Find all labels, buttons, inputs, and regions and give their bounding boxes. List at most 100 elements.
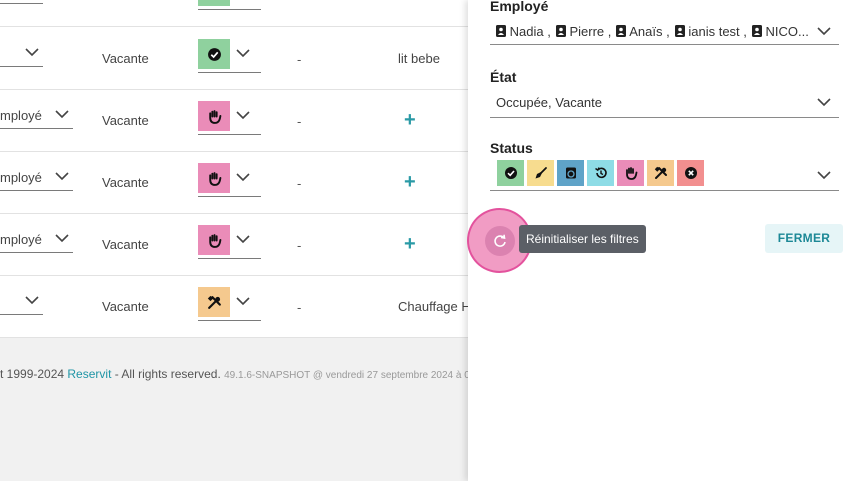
history-icon (594, 167, 607, 179)
check-icon (504, 167, 517, 179)
reset-filters-button[interactable] (485, 226, 515, 256)
tools-icon (654, 166, 667, 179)
badge-icon (555, 25, 566, 37)
employee-select-value: mployé (0, 170, 42, 185)
badge-icon (616, 25, 627, 37)
status-chip[interactable] (557, 160, 584, 186)
reservations-table: Vacante - Lit Bebe Vacante - lit bebe mployé Va… (0, 0, 468, 338)
status-chip[interactable] (617, 160, 644, 186)
status-chip (198, 287, 230, 317)
dash-cell: - (297, 176, 302, 191)
employee-select[interactable] (0, 0, 43, 4)
employee-select[interactable] (0, 41, 43, 67)
chevron-down-icon (817, 27, 831, 36)
table-row: Vacante - Lit Bebe (0, 0, 468, 27)
chevron-down-icon (236, 235, 250, 244)
chevron-down-icon (817, 171, 831, 180)
employee-tag-label: ianis test , (688, 24, 747, 39)
status-chip (198, 101, 230, 131)
badge-icon (751, 25, 762, 37)
chevron-down-icon (55, 234, 69, 243)
hand-icon (208, 171, 221, 186)
etat-cell: Vacante (102, 237, 149, 252)
hand-icon (208, 233, 221, 248)
badge-icon (674, 25, 685, 37)
dash-cell: - (297, 114, 302, 129)
status-select[interactable] (198, 101, 261, 135)
hand-icon (208, 109, 221, 124)
chevron-down-icon (236, 297, 250, 306)
status-chip[interactable] (647, 160, 674, 186)
employee-tag-label: Anaïs , (629, 24, 670, 39)
etat-filter-label: État (490, 69, 517, 85)
status-select[interactable] (198, 0, 261, 10)
broom-icon (535, 167, 547, 179)
etat-cell: Vacante (102, 299, 149, 314)
version-text: 49.1.6-SNAPSHOT @ vendredi 27 septembre … (224, 370, 479, 381)
etat-cell: Vacante (102, 0, 149, 3)
dash-cell: - (297, 52, 302, 67)
etat-cell: Vacante (102, 51, 149, 66)
washer-icon (565, 167, 576, 179)
add-note-button[interactable]: + (404, 234, 416, 254)
badge-icon (496, 25, 506, 37)
employee-select[interactable] (0, 289, 43, 315)
employee-filter-select[interactable]: Nadia , Pierre , Anaïs , ianis test , NI… (490, 20, 839, 45)
employee-select[interactable]: mployé (0, 165, 73, 191)
employee-filter-label: Employé (490, 0, 549, 14)
table-row: mployé Vacante - + (0, 90, 468, 152)
employee-select-value: mployé (0, 108, 42, 123)
add-note-button[interactable]: + (404, 110, 416, 130)
table-row: mployé Vacante - + (0, 152, 468, 214)
close-button[interactable]: FERMER (765, 224, 843, 253)
note-cell: Lit Bebe (398, 0, 446, 3)
employee-select-value: mployé (0, 232, 42, 247)
table-row: Vacante - Chauffage H (0, 276, 468, 338)
status-chip-list (497, 160, 704, 186)
chevron-down-icon (236, 173, 250, 182)
chevron-down-icon (25, 48, 39, 57)
add-note-button[interactable]: + (404, 172, 416, 192)
status-filter-select[interactable] (490, 158, 839, 191)
chevron-down-icon (236, 49, 250, 58)
note-cell: Chauffage H (398, 299, 468, 314)
employee-tag: Pierre , (555, 24, 611, 39)
employee-tag-label: NICO... (765, 24, 809, 39)
employee-filter-value: Nadia , Pierre , Anaïs , ianis test , NI… (496, 24, 811, 39)
status-chip (198, 225, 230, 255)
status-chip[interactable] (587, 160, 614, 186)
note-cell: lit bebe (398, 51, 440, 66)
employee-select[interactable]: mployé (0, 103, 73, 129)
check-icon (207, 47, 221, 61)
employee-tag-label: Nadia , (509, 24, 551, 39)
employee-tag: NICO... (751, 24, 809, 39)
dash-cell: - (297, 238, 302, 253)
employee-tag: Anaïs , (616, 24, 670, 39)
employee-tag: Nadia , (496, 24, 551, 39)
page-footer: t 1999-2024 Reservit - All rights reserv… (0, 338, 478, 481)
status-chip (198, 0, 230, 6)
status-chip[interactable] (677, 160, 704, 186)
hand-icon (625, 167, 637, 180)
table-row: Vacante - lit bebe (0, 28, 468, 90)
status-filter-label: Status (490, 140, 533, 156)
employee-select[interactable]: mployé (0, 227, 73, 253)
chevron-down-icon (25, 296, 39, 305)
status-chip[interactable] (527, 160, 554, 186)
etat-filter-select[interactable]: Occupée, Vacante (490, 90, 839, 118)
reservit-link[interactable]: Reservit (67, 367, 111, 381)
x-circle-icon (684, 167, 697, 179)
employee-tag: ianis test , (674, 24, 747, 39)
footer-copyright: t 1999-2024 Reservit - All rights reserv… (0, 367, 479, 381)
etat-cell: Vacante (102, 113, 149, 128)
etat-filter-value: Occupée, Vacante (496, 95, 602, 110)
chevron-down-icon (55, 172, 69, 181)
status-chip (198, 163, 230, 193)
tools-icon (207, 295, 221, 309)
status-select[interactable] (198, 163, 261, 197)
status-chip[interactable] (497, 160, 524, 186)
status-select[interactable] (198, 39, 261, 73)
status-select[interactable] (198, 225, 261, 259)
status-select[interactable] (198, 287, 261, 321)
chevron-down-icon (236, 111, 250, 120)
